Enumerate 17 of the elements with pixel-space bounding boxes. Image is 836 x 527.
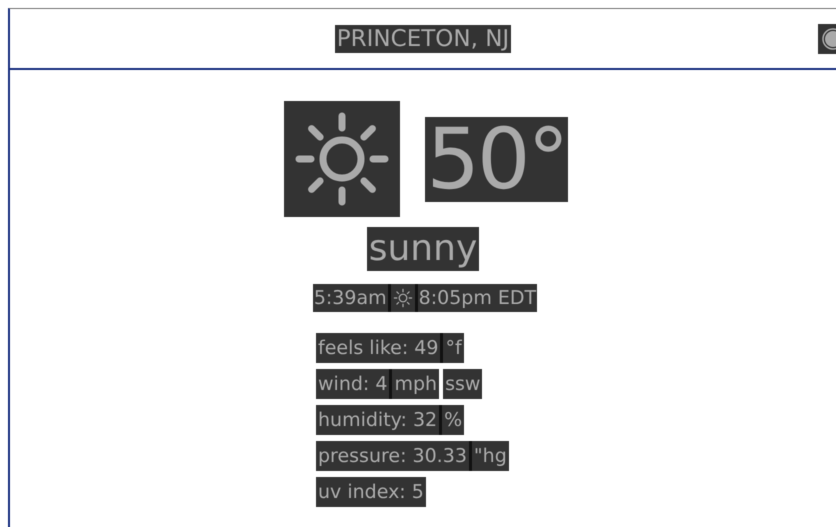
detail-value: pressure: 30.33 [316, 441, 469, 471]
unit-label: mph [389, 369, 440, 399]
sun-icon [388, 284, 418, 312]
direction-label: ssw [443, 369, 482, 399]
detail-value: feels like: 49 [316, 333, 440, 363]
temperature: 50° [424, 116, 568, 202]
sun-icon [284, 101, 400, 217]
detail-value: wind: 4 [316, 369, 390, 399]
unit-label: % [439, 405, 464, 435]
sunset-time: 8:05pm EDT [418, 284, 538, 312]
condition-text: sunny [366, 227, 480, 271]
detail-value: uv index: 5 [316, 477, 426, 507]
location-title: PRINCETON, NJ [334, 24, 512, 52]
unit-label: °f [440, 333, 464, 363]
detail-value: humidity: 32 [316, 405, 440, 435]
sunrise-time: 5:39am [312, 284, 388, 312]
unit-label: "hg [468, 441, 509, 471]
